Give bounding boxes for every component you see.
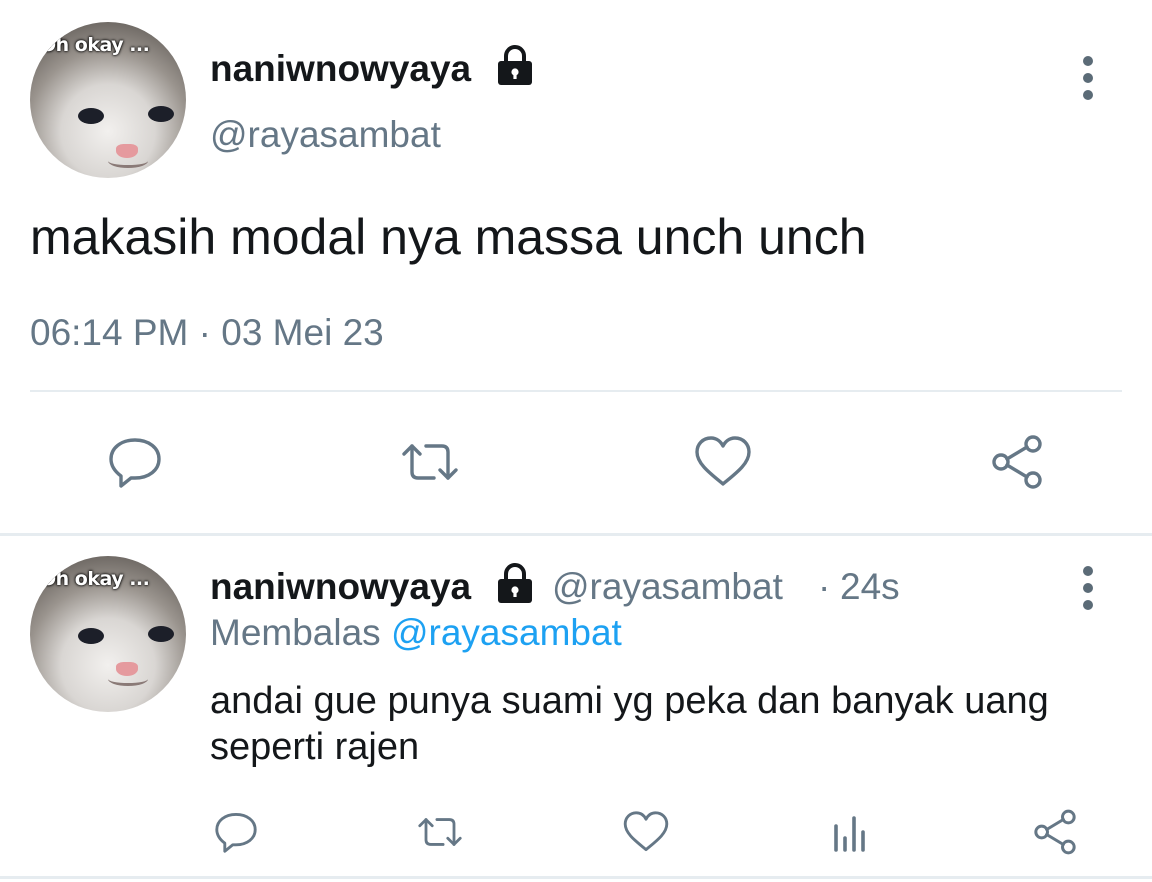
main-tweet: Oh okay ... naniwnowyaya @rayasambat mak… (0, 0, 1152, 532)
share-button[interactable] (1028, 806, 1082, 858)
analytics-icon (834, 816, 865, 852)
analytics-button[interactable] (826, 806, 874, 858)
reply-button[interactable] (210, 806, 262, 858)
display-name[interactable]: naniwnowyaya (210, 48, 471, 90)
share-button[interactable] (984, 430, 1050, 494)
meta-separator: · (818, 566, 831, 607)
share-icon (992, 435, 1042, 489)
avatar[interactable]: Oh okay ... (30, 556, 186, 712)
tweet-text: makasih modal nya massa unch unch (30, 209, 867, 265)
reply-button[interactable] (100, 430, 170, 494)
replying-label: Membalas (210, 612, 381, 653)
like-button[interactable] (690, 430, 756, 494)
more-options-icon[interactable] (1078, 566, 1098, 610)
retweet-icon (418, 818, 462, 846)
avatar-caption: Oh okay ... (40, 568, 150, 590)
display-name[interactable]: naniwnowyaya (210, 566, 471, 608)
section-divider (0, 876, 1152, 879)
user-handle[interactable]: @rayasambat (210, 114, 441, 156)
section-divider (0, 533, 1152, 536)
divider (30, 390, 1122, 392)
like-icon (695, 436, 751, 486)
user-handle[interactable]: @rayasambat (552, 566, 783, 608)
replying-mention-link[interactable]: @rayasambat (391, 612, 622, 653)
reply-icon (215, 812, 257, 853)
reply-tweet-text: andai gue punya suami yg peka dan banyak… (210, 680, 1049, 768)
retweet-icon (402, 444, 458, 480)
like-icon (623, 811, 669, 852)
avatar-caption: Oh okay ... (40, 34, 150, 56)
more-options-icon[interactable] (1078, 56, 1098, 100)
reply-icon (109, 438, 161, 488)
replying-to: Membalas @rayasambat (210, 612, 622, 654)
lock-icon (498, 563, 532, 603)
like-button[interactable] (620, 806, 672, 858)
retweet-button[interactable] (392, 430, 468, 494)
share-icon (1034, 809, 1076, 855)
avatar[interactable]: Oh okay ... (30, 22, 186, 178)
lock-icon (498, 45, 532, 85)
retweet-button[interactable] (410, 806, 470, 858)
tweet-timestamp[interactable]: 06:14 PM · 03 Mei 23 (30, 312, 384, 354)
tweet-age[interactable]: 24s (840, 566, 900, 608)
